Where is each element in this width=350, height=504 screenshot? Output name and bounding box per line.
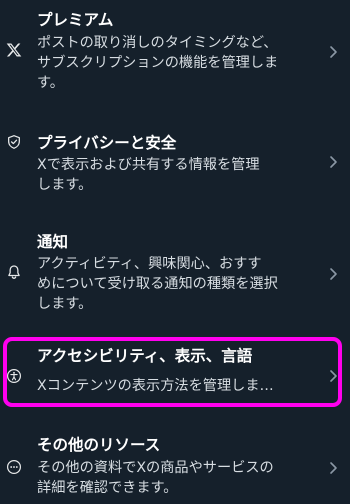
settings-item-description: Xで表示および共有する情報を管理 します。 <box>37 157 260 193</box>
bell-icon <box>6 264 22 280</box>
accessibility-icon <box>6 368 22 384</box>
settings-item-description: その他の資料でXの商品やサービスの 詳細を確認できます。 <box>37 460 274 496</box>
chevron-right-icon <box>328 369 338 383</box>
settings-item-title: 通知 <box>37 233 69 251</box>
settings-item-description: ポストの取り消しのタイミングなど、 サブスクリプションの機能を管理しま す。 <box>37 35 279 91</box>
chevron-right-icon <box>328 155 338 169</box>
chevron-right-icon <box>328 461 338 475</box>
settings-item-title: アクセシビリティ、表示、言語 <box>37 347 253 365</box>
settings-item-premium[interactable]: プレミアム ポストの取り消しのタイミングなど、 サブスクリプションの機能を管理し… <box>0 0 350 110</box>
settings-item-privacy-safety[interactable]: プライバシーと安全 Xで表示および共有する情報を管理 します。 <box>0 120 350 210</box>
settings-item-title: その他のリソース <box>37 436 161 454</box>
settings-item-description: Xコンテンツの表示方法を管理しま… <box>37 378 274 394</box>
settings-item-title: プライバシーと安全 <box>37 134 177 152</box>
settings-item-accessibility-display-languages[interactable]: アクセシビリティ、表示、言語 Xコンテンツの表示方法を管理しま… <box>0 338 350 408</box>
settings-item-additional-resources[interactable]: その他のリソース その他の資料でXの商品やサービスの 詳細を確認できます。 <box>0 428 350 504</box>
x-logo-icon <box>6 42 22 58</box>
settings-item-title: プレミアム <box>37 11 114 29</box>
more-circle-icon <box>6 459 22 475</box>
settings-item-description: アクティビティ、興味関心、おすす めについて受け取る通知の種類を選択 します。 <box>37 256 278 312</box>
chevron-right-icon <box>328 45 338 59</box>
settings-item-notifications[interactable]: 通知 アクティビティ、興味関心、おすす めについて受け取る通知の種類を選択 しま… <box>0 222 350 332</box>
shield-icon <box>6 134 22 150</box>
chevron-right-icon <box>328 267 338 281</box>
